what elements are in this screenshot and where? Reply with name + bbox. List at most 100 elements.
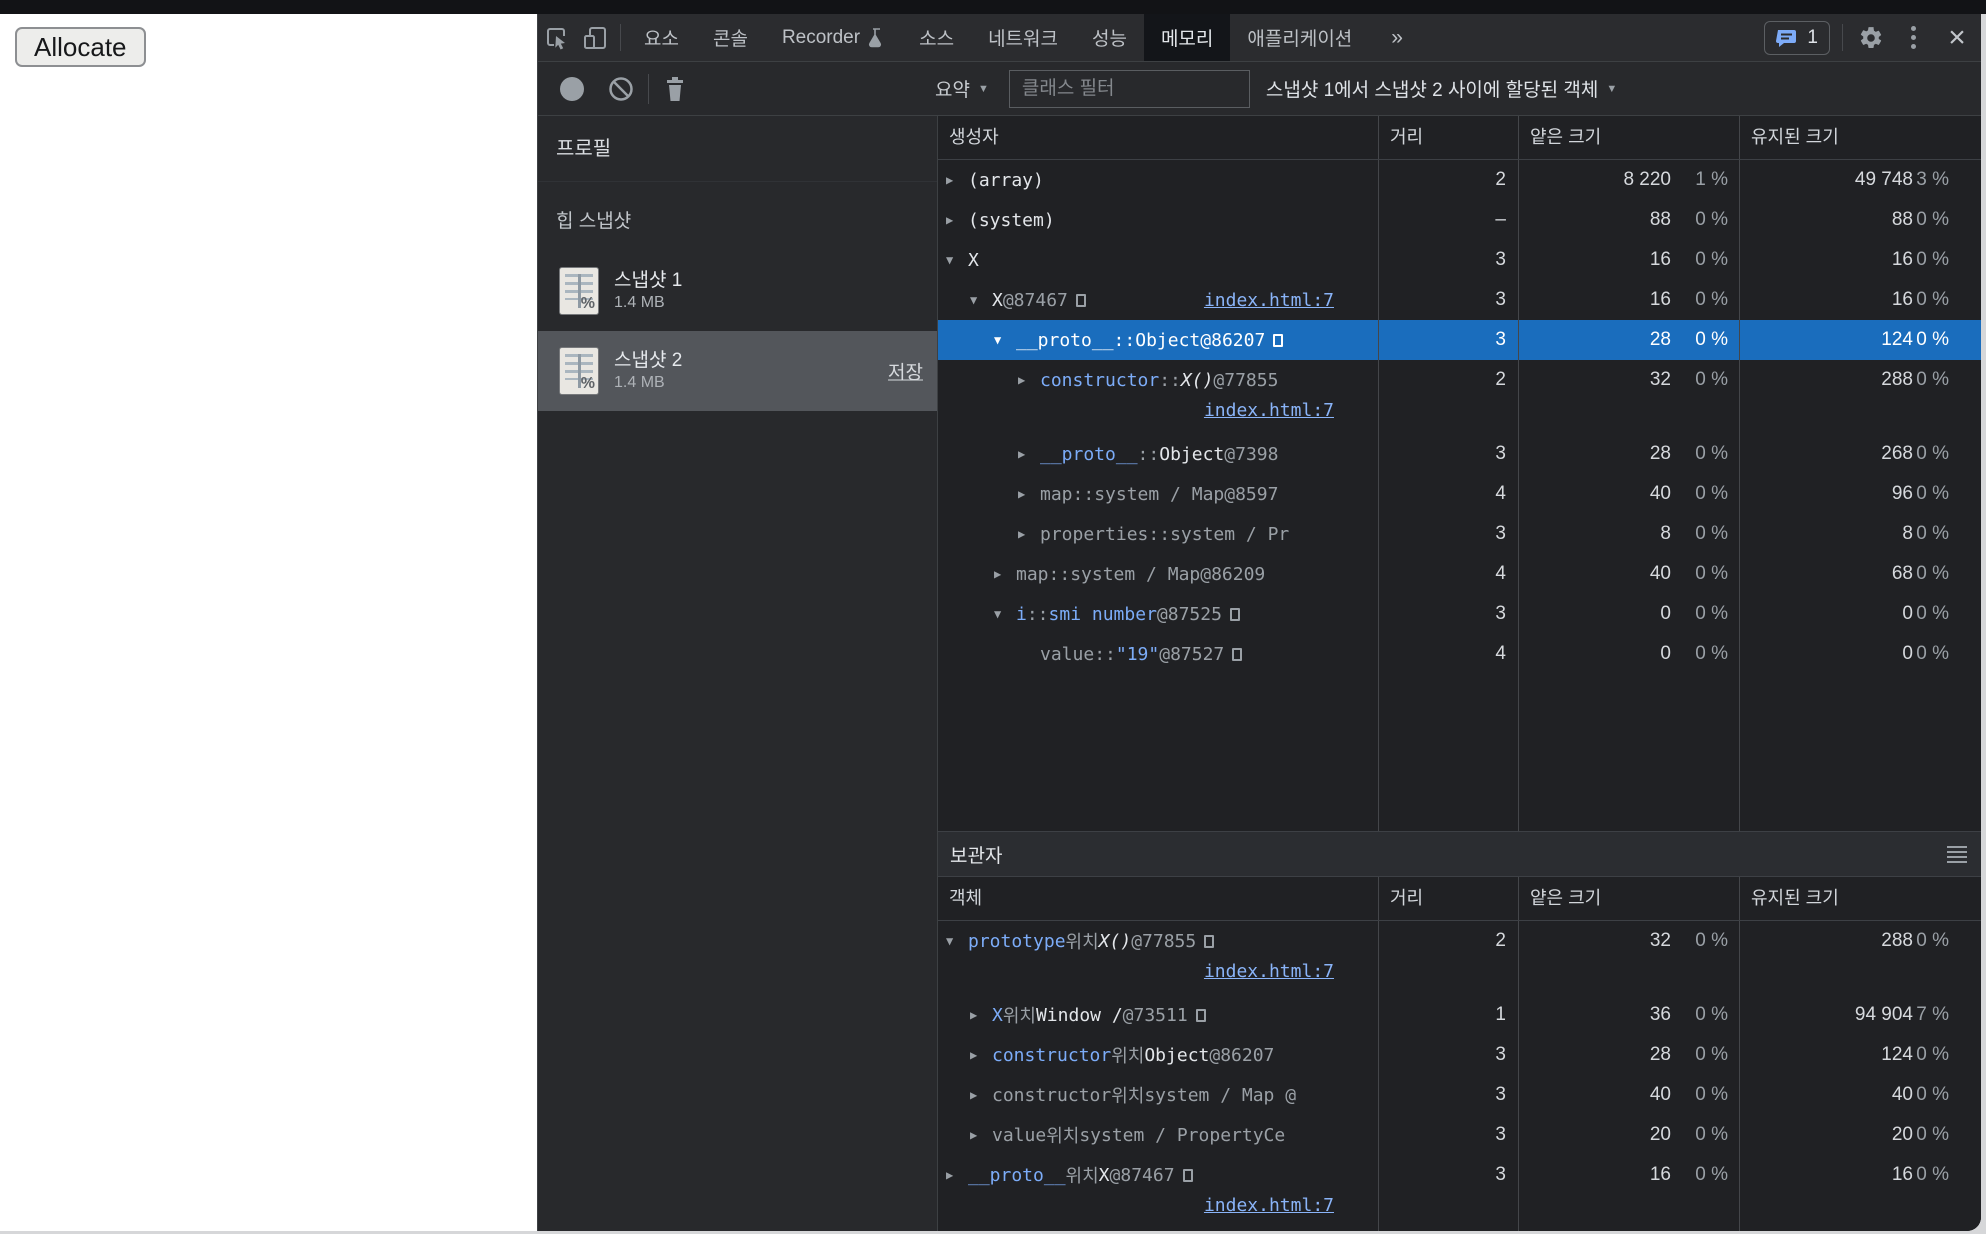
retainers-menu-icon[interactable] xyxy=(1947,845,1967,863)
expand-arrow-icon[interactable]: ▶ xyxy=(946,173,968,187)
tab-application[interactable]: 애플리케이션 xyxy=(1230,14,1369,61)
issues-button[interactable]: 1 xyxy=(1764,21,1830,55)
snapshot-range-select[interactable]: 스냅샷 1에서 스냅샷 2 사이에 할당된 객체 ▼ xyxy=(1266,75,1617,102)
device-toolbar-icon[interactable] xyxy=(576,14,614,61)
table-row[interactable]: ▶ map :: system / Map @86209 4 40 0 % 68 0 % xyxy=(938,554,1981,594)
column-header[interactable]: 거리 xyxy=(1378,116,1518,159)
clear-icon[interactable] xyxy=(608,76,634,102)
table-row[interactable]: ▶ constructor 위치 Object @86207 3 28 0 % 124 0 … xyxy=(938,1035,1981,1075)
collapse-arrow-icon[interactable]: ▼ xyxy=(946,253,968,267)
expand-arrow-icon[interactable]: ▶ xyxy=(1018,373,1040,387)
perspective-select[interactable]: 요약 ▼ xyxy=(935,75,989,102)
retained-size-cell: 16 0 % xyxy=(1739,280,1981,320)
retained-size-percent: 0 % xyxy=(1916,563,1949,584)
collapse-arrow-icon[interactable]: ▼ xyxy=(994,607,1016,621)
table-row[interactable]: ▼ i :: smi number @87525 3 0 0 % 0 0 % xyxy=(938,594,1981,634)
table-row[interactable]: ▼ __proto__ :: Object @86207 3 28 0 % 124 0 % xyxy=(938,320,1981,360)
table-row[interactable]: ▶ __proto__ :: Object @7398 3 28 0 % 268 0 % xyxy=(938,434,1981,474)
class-filter-input[interactable] xyxy=(1008,69,1250,108)
more-options-icon[interactable] xyxy=(1893,14,1933,61)
node-text: @8597 xyxy=(1224,483,1279,505)
expand-arrow-icon[interactable]: ▶ xyxy=(970,1088,992,1102)
column-header[interactable]: 얕은 크기 xyxy=(1518,116,1739,159)
column-header[interactable]: 얕은 크기 xyxy=(1518,877,1739,920)
issues-count: 1 xyxy=(1807,27,1818,48)
record-icon[interactable] xyxy=(560,76,584,101)
retained-size-value: 49 748 xyxy=(1854,169,1913,190)
table-row[interactable]: value :: "19" @87527 4 0 0 % 0 0 % xyxy=(938,634,1981,674)
node-text: constructor xyxy=(992,1084,1112,1106)
node-text: @77855 xyxy=(1131,930,1197,952)
tab-sources[interactable]: 소스 xyxy=(902,14,971,61)
shallow-size-percent: 0 % xyxy=(1695,1044,1728,1065)
expand-arrow-icon[interactable]: ▶ xyxy=(970,1128,992,1142)
node-text: :: xyxy=(1048,563,1071,585)
retained-size-value: 94 904 xyxy=(1854,1004,1913,1025)
retained-size-cell: 49 748 3 % xyxy=(1739,160,1981,200)
column-header[interactable]: 생성자 xyxy=(938,116,1378,159)
expand-arrow-icon[interactable]: ▶ xyxy=(970,1048,992,1062)
table-row[interactable]: ▼ prototype 위치 X() @77855 index.html:7 2 32 0… xyxy=(938,921,1981,995)
controls-separator xyxy=(1842,24,1843,51)
tab-network[interactable]: 네트워크 xyxy=(971,14,1075,61)
node-text: (array) xyxy=(968,169,1044,191)
column-header[interactable]: 유지된 크기 xyxy=(1739,116,1981,159)
inspect-element-icon[interactable] xyxy=(538,14,576,61)
collapse-arrow-icon[interactable]: ▼ xyxy=(970,293,992,307)
expand-arrow-icon[interactable]: ▶ xyxy=(946,1168,968,1182)
source-link[interactable]: index.html:7 xyxy=(1204,1195,1334,1216)
table-row[interactable]: ▼ X 3 16 0 % 16 0 % xyxy=(938,240,1981,280)
save-snapshot-link[interactable]: 저장 xyxy=(888,358,923,385)
object-box-icon xyxy=(1232,647,1243,661)
table-row[interactable]: ▶ constructor :: X() @77855 index.html:7 2 3… xyxy=(938,360,1981,434)
allocate-button[interactable]: Allocate xyxy=(15,27,146,67)
table-row[interactable]: ▶ (array) 2 8 220 1 % 49 748 3 % xyxy=(938,160,1981,200)
more-tabs-button[interactable]: » xyxy=(1369,14,1425,61)
column-header[interactable]: 거리 xyxy=(1378,877,1518,920)
table-row[interactable]: ▶ properties :: system / Pr 3 8 0 % 8 0 % xyxy=(938,514,1981,554)
expand-arrow-icon[interactable]: ▶ xyxy=(970,1008,992,1022)
tab-recorder[interactable]: Recorder xyxy=(765,14,902,61)
snapshot-item[interactable]: % 스냅샷 1 1.4 MB xyxy=(538,251,937,331)
expand-arrow-icon[interactable]: ▶ xyxy=(1018,447,1040,461)
snapshot-size: 1.4 MB xyxy=(614,294,665,311)
settings-gear-icon[interactable] xyxy=(1849,14,1893,61)
retained-size-percent: 3 % xyxy=(1916,169,1949,190)
table-row[interactable]: ▶ constructor 위치 system / Map @3 40 0 % 40 0 … xyxy=(938,1075,1981,1115)
table-row[interactable]: ▶ (system) –88 0 % 88 0 % xyxy=(938,200,1981,240)
table-row[interactable]: ▶ map :: system / Map @8597 4 40 0 % 96 0 % xyxy=(938,474,1981,514)
retained-size-percent: 0 % xyxy=(1916,1084,1949,1105)
table-row[interactable]: ▶ X 위치 Window / @73511 1 36 0 % 94 904 7 % xyxy=(938,995,1981,1035)
retained-size-value: 68 xyxy=(1891,563,1913,584)
source-link[interactable]: index.html:7 xyxy=(1204,400,1334,421)
retained-size-percent: 0 % xyxy=(1916,523,1949,544)
snapshot-item[interactable]: % 스냅샷 2 1.4 MB 저장 xyxy=(538,331,937,411)
expand-arrow-icon[interactable]: ▶ xyxy=(1018,487,1040,501)
collapse-arrow-icon[interactable]: ▼ xyxy=(946,934,968,948)
tab-label: 성능 xyxy=(1091,29,1127,50)
expand-arrow-icon[interactable]: ▶ xyxy=(994,567,1016,581)
retained-size-cell: 288 0 % xyxy=(1739,360,1981,434)
expand-arrow-icon[interactable]: ▶ xyxy=(946,213,968,227)
source-link[interactable]: index.html:7 xyxy=(1204,961,1334,982)
node-text: X() xyxy=(1180,369,1214,391)
expand-arrow-icon[interactable]: ▶ xyxy=(1018,527,1040,541)
table-row[interactable]: ▶ value 위치 system / PropertyCe 3 20 0 % 20 0 % xyxy=(938,1115,1981,1155)
column-header[interactable]: 유지된 크기 xyxy=(1739,877,1981,920)
grid-header-row: 객체 거리 얕은 크기 유지된 크기 xyxy=(938,877,1981,921)
source-link[interactable]: index.html:7 xyxy=(1204,290,1334,311)
tab-console[interactable]: 콘솔 xyxy=(696,14,765,61)
shallow-size-percent: 0 % xyxy=(1695,643,1728,664)
tabbar-separator xyxy=(620,24,621,51)
delete-trash-icon[interactable] xyxy=(663,75,687,103)
tab-elements[interactable]: 요소 xyxy=(627,14,696,61)
table-row[interactable]: ▶ __proto__ 위치 X @87467 index.html:7 3 16 0 %… xyxy=(938,1155,1981,1229)
tab-memory[interactable]: 메모리 xyxy=(1143,14,1231,61)
tab-performance[interactable]: 성능 xyxy=(1075,14,1144,61)
column-header[interactable]: 객체 xyxy=(938,877,1378,920)
table-row[interactable]: ▼ X @87467 index.html:7 3 16 0 % 16 0 % xyxy=(938,280,1981,320)
close-devtools-icon[interactable]: × xyxy=(1933,14,1981,61)
node-text: @77855 xyxy=(1213,369,1279,391)
shallow-size-cell: 28 0 % xyxy=(1518,320,1739,360)
collapse-arrow-icon[interactable]: ▼ xyxy=(994,333,1016,347)
